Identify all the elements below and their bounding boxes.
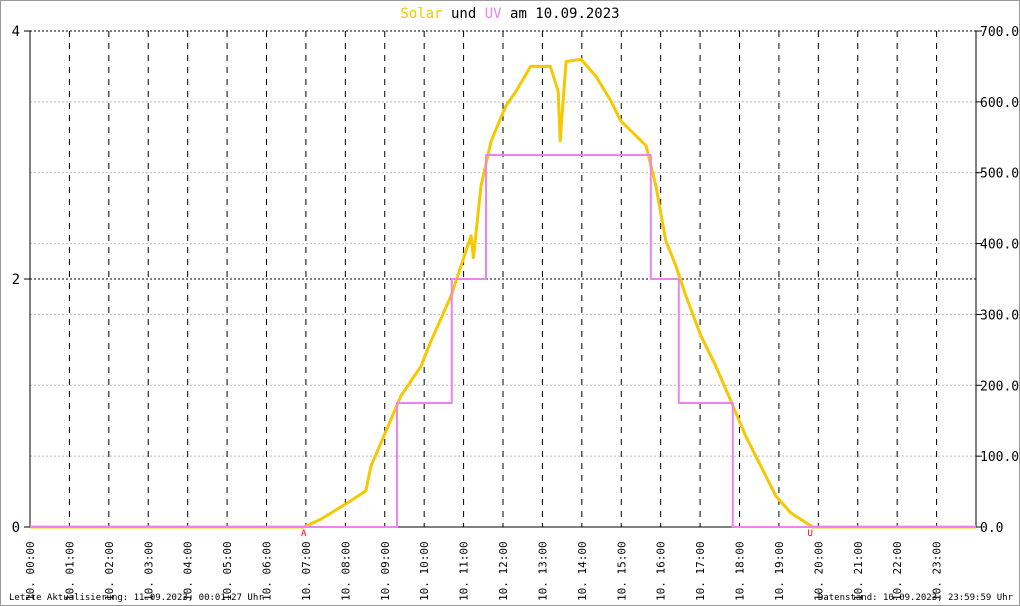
data-status: Datenstand: 10.09.2023, 23:59:59 Uhr [817,593,1013,603]
right-tick-label: 600.0 [980,96,1019,111]
right-tick-label: 700.0 [980,25,1019,40]
left-tick-label: 0 [12,520,20,536]
x-tick-label: 10. 19:00 [773,541,786,601]
x-tick-label: 10. 08:00 [339,541,352,601]
right-tick-label: 400.0 [980,238,1019,253]
last-update: Letzte Aktualisierung: 11.09.2023, 00:01… [9,593,264,603]
x-tick-label: 10. 12:00 [497,541,510,601]
right-tick-label: 0.0 [980,521,1003,536]
marker-A: A [301,529,307,539]
x-tick-label: 10. 09:00 [379,541,392,601]
right-tick-label: 100.0 [980,450,1019,465]
left-tick-label: 2 [12,272,20,288]
x-tick-label: 10. 13:00 [536,541,549,601]
x-tick-label: 10. 16:00 [655,541,668,601]
x-tick-label: 10. 11:00 [458,541,471,601]
left-tick-label: 4 [12,24,20,40]
x-tick-label: 10. 10:00 [418,541,431,601]
x-tick-label: 10. 17:00 [694,541,707,601]
x-tick-label: 10. 07:00 [300,541,313,601]
x-tick-label: 10. 18:00 [734,541,747,601]
plot-area: 0.0 100.0 200.0 300.0 400.0 500.0 600.0 … [12,24,1019,601]
chart-panel: Solar und UV am 10.09.2023 0.0 100.0 200… [0,0,1020,606]
right-tick-label: 500.0 [980,167,1019,182]
x-tick-label: 10. 15:00 [615,541,628,601]
right-tick-label: 300.0 [980,308,1019,323]
marker-U: U [807,529,812,539]
series-uv [30,154,976,528]
right-tick-label: 200.0 [980,379,1019,394]
x-tick-label: 10. 14:00 [576,541,589,601]
